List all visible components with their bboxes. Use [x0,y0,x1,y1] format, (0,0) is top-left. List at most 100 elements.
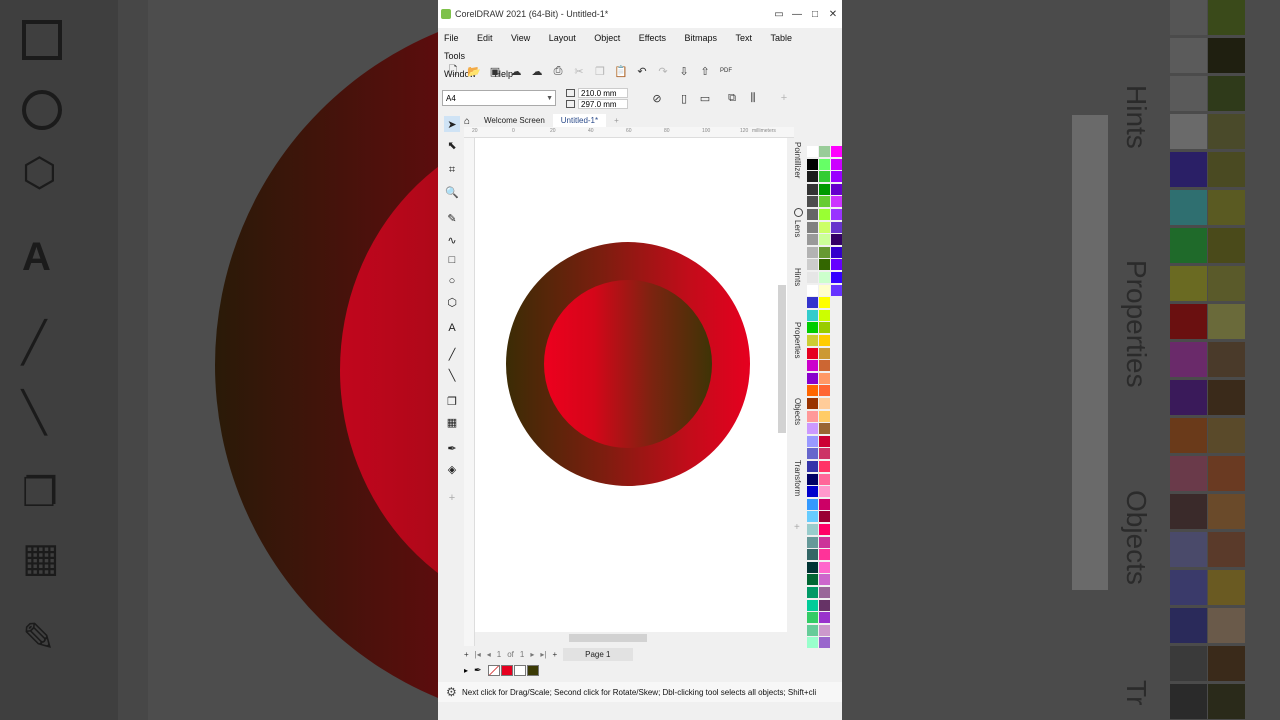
palette-swatch[interactable] [819,599,830,611]
palette-swatch[interactable] [807,146,818,157]
white-swatch[interactable] [513,664,526,676]
palette-swatch[interactable] [807,511,818,523]
palette-swatch[interactable] [819,335,830,346]
palette-swatch[interactable] [807,297,818,309]
units-icon[interactable]: ⊘ [648,89,666,107]
palette-swatch[interactable] [819,461,830,472]
palette-swatch[interactable] [807,322,818,334]
palette-swatch[interactable] [819,372,830,384]
save-icon[interactable]: ▣ [486,62,504,80]
palette-swatch[interactable] [807,246,818,258]
first-page-icon[interactable]: |◂ [475,650,481,659]
palette-swatch[interactable] [819,246,830,258]
vertical-scrollbar[interactable] [777,145,787,630]
palette-swatch[interactable] [807,171,818,183]
minimize-button[interactable]: — [788,9,806,20]
menu-file[interactable]: File [444,31,459,46]
palette-swatch[interactable] [819,624,830,636]
palette-swatch[interactable] [831,183,842,195]
page-tab[interactable]: Page 1 [563,647,633,661]
interactive-fill-icon[interactable]: ◈ [444,461,460,477]
prev-page-icon[interactable]: ◂ [487,650,491,659]
horizontal-scrollbar[interactable] [475,632,787,644]
menu-edit[interactable]: Edit [477,31,493,46]
palette-swatch[interactable] [819,549,830,561]
palette-swatch[interactable] [831,171,842,183]
palette-swatch[interactable] [819,486,830,498]
palette-swatch[interactable] [819,146,830,157]
add-page-after-icon[interactable]: + [552,650,557,659]
palette-swatch[interactable] [819,158,830,170]
new-tab-button[interactable]: + [606,114,627,127]
palette-swatch[interactable] [807,209,818,220]
text-tool-icon[interactable]: A [444,320,460,336]
palette-swatch[interactable] [819,511,830,523]
palette-swatch[interactable] [819,183,830,195]
restore-icon[interactable]: ▭ [770,9,788,20]
palette-swatch[interactable] [831,146,842,157]
palette-swatch[interactable] [831,246,842,258]
palette-swatch[interactable] [819,272,830,283]
maximize-button[interactable]: □ [806,9,824,20]
palette-swatch[interactable] [819,398,830,409]
palette-swatch[interactable] [819,297,830,309]
tab-welcome-screen[interactable]: Welcome Screen [476,114,553,127]
portrait-icon[interactable]: ▯ [675,89,693,107]
palette-swatch[interactable] [807,524,818,535]
palette-swatch[interactable] [819,574,830,586]
page-height-field[interactable]: 297.0 mm [566,98,628,109]
docker-pointillizer[interactable]: Pointillizer [793,142,802,178]
palette-swatch[interactable] [807,335,818,346]
pdf-icon[interactable]: PDF [717,62,735,80]
docker-objects[interactable]: Objects [793,398,802,425]
palette-swatch[interactable] [831,209,842,220]
ellipse-tool-icon[interactable]: ○ [444,273,460,289]
undo-icon[interactable]: ↶ [633,62,651,80]
crop-tool-icon[interactable]: ⌗ [444,162,460,178]
palette-swatch[interactable] [819,637,830,649]
add-docker-icon[interactable]: + [794,522,800,533]
palette-swatch[interactable] [819,322,830,334]
open-icon[interactable]: 📂 [465,62,483,80]
menu-layout[interactable]: Layout [549,31,576,46]
palette-swatch[interactable] [819,209,830,220]
palette-swatch[interactable] [831,158,842,170]
palette-swatch[interactable] [807,561,818,573]
palette-swatch[interactable] [807,461,818,472]
palette-swatch[interactable] [807,498,818,510]
palette-swatch[interactable] [831,284,842,296]
palette-swatch[interactable] [819,423,830,435]
redo-icon[interactable]: ↷ [654,62,672,80]
palette-swatch[interactable] [807,272,818,283]
cloud-upload-icon[interactable]: ☁ [528,62,546,80]
print-icon[interactable]: ⎙ [549,62,567,80]
horizontal-scroll-thumb[interactable] [569,634,647,642]
palette-swatch[interactable] [819,561,830,573]
no-color-swatch[interactable] [487,664,500,676]
palette-swatch[interactable] [831,196,842,208]
menu-view[interactable]: View [511,31,530,46]
menu-text[interactable]: Text [735,31,752,46]
tab-untitled[interactable]: Untitled-1* [552,114,607,127]
docker-lens[interactable]: Lens [793,220,802,237]
palette-swatch[interactable] [819,435,830,447]
all-pages-icon[interactable]: ⧉ [723,89,741,107]
palette-swatch[interactable] [819,196,830,208]
palette-swatch[interactable] [819,612,830,624]
add-tool-icon[interactable]: + [444,490,460,506]
vertical-scroll-thumb[interactable] [778,285,786,433]
page-width-value[interactable]: 210.0 mm [578,87,628,98]
transparency-icon[interactable]: ▦ [444,414,460,430]
last-page-icon[interactable]: ▸| [540,650,546,659]
landscape-icon[interactable]: ▭ [696,89,714,107]
page-size-select[interactable]: A4 ▼ [442,90,556,106]
palette-swatch[interactable] [807,183,818,195]
copy-icon[interactable]: ❐ [591,62,609,80]
palette-swatch[interactable] [807,637,818,649]
palette-swatch[interactable] [807,423,818,435]
palette-swatch[interactable] [831,221,842,233]
shape-tool-icon[interactable]: ⬉ [444,137,460,153]
eyedropper-icon[interactable]: ✒ [444,440,460,456]
drawing-canvas[interactable] [475,138,787,632]
palette-swatch[interactable] [807,158,818,170]
